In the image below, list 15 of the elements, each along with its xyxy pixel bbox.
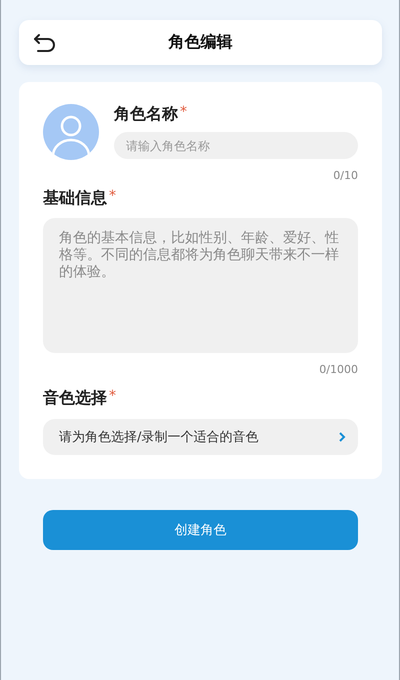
required-mark: * — [180, 104, 187, 120]
char-counter: 0/10 — [333, 169, 358, 182]
required-mark: * — [109, 188, 116, 204]
field-label: 角色名称 — [114, 104, 178, 125]
info-textarea[interactable]: 角色的基本信息，比如性别、年龄、爱好、性格等。不同的信息都将为角色聊天带来不一样的体验。 — [43, 218, 358, 353]
required-mark: * — [109, 388, 116, 404]
char-counter: 0/1000 — [319, 363, 358, 376]
name-input[interactable]: 请输入角色名称 — [114, 132, 358, 159]
create-button[interactable]: 创建角色 — [43, 510, 358, 550]
page-title: 角色编辑 — [168, 32, 232, 53]
chevron-right-icon — [338, 431, 346, 443]
field-label: 音色选择 — [43, 388, 107, 409]
field-label: 基础信息 — [43, 188, 107, 209]
voice-selector[interactable]: 请为角色选择/录制一个适合的音色 — [43, 419, 358, 455]
back-icon[interactable] — [33, 32, 57, 54]
